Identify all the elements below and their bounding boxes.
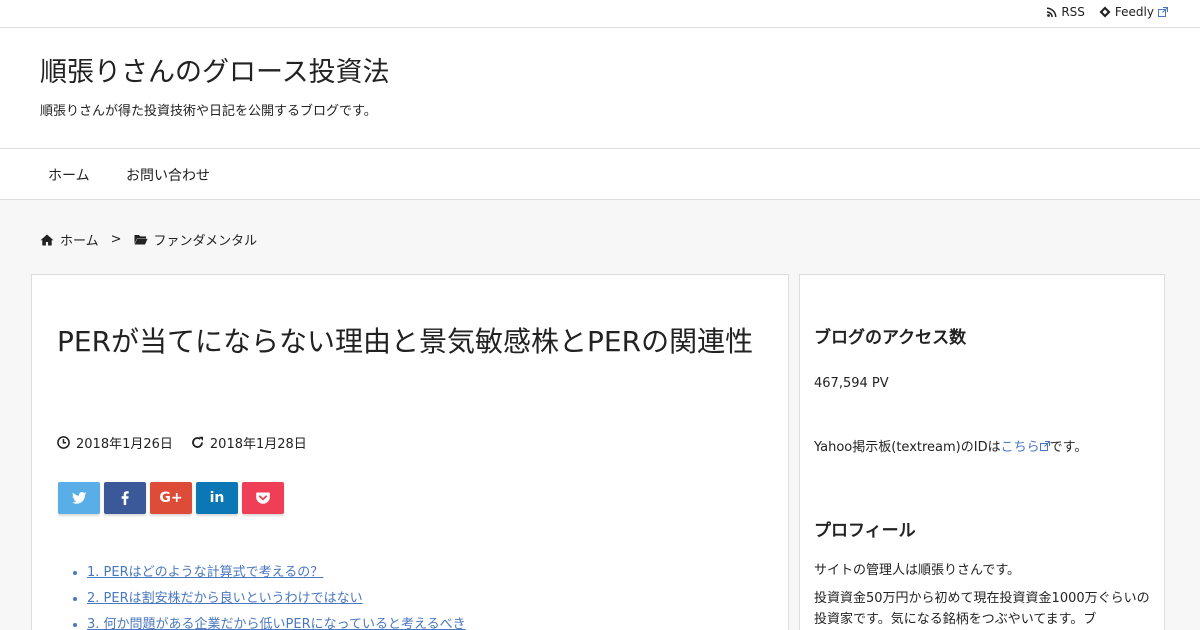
nav-item-contact[interactable]: お問い合わせ xyxy=(126,165,210,185)
yahoo-id-prefix: Yahoo掲示板(textream)のIDは xyxy=(814,440,1001,455)
twitter-icon xyxy=(71,492,87,504)
global-nav: ホーム お問い合わせ xyxy=(0,149,1200,200)
external-link-icon xyxy=(1158,7,1168,17)
access-count-heading: ブログのアクセス数 xyxy=(814,328,967,348)
table-of-contents: 1. PERはどのような計算式で考えるの？ 2. PERは割安株だから良いという… xyxy=(87,561,466,630)
rss-icon xyxy=(1047,7,1057,17)
toc-link[interactable]: 3. 何か問題がある企業だから低いPERになっていると考えるべき xyxy=(87,617,466,630)
profile-line1: サイトの管理人は順張りさんです。 xyxy=(814,563,1021,578)
access-count-value: 467,594 PV xyxy=(814,376,889,391)
article-card: PERが当てにならない理由と景気敏感株とPERの関連性 2018年1月26日 2… xyxy=(31,274,789,630)
profile-heading: プロフィール xyxy=(814,521,916,541)
updated-date: 2018年1月28日 xyxy=(209,437,307,452)
refresh-icon xyxy=(191,436,204,449)
profile-line2: 投資資金50万円から初めて現在投資資金1000万ぐらいの投資家です。気になる銘柄… xyxy=(814,591,1150,627)
linkedin-icon: in xyxy=(209,490,225,506)
breadcrumb-separator: > xyxy=(110,232,122,247)
share-pocket-button[interactable] xyxy=(242,482,284,514)
toc-link[interactable]: 2. PERは割安株だから良いというわけではない xyxy=(87,591,363,606)
share-facebook-button[interactable] xyxy=(104,482,146,514)
breadcrumb-home[interactable]: ホーム xyxy=(60,230,99,249)
site-title[interactable]: 順張りさんのグロース投資法 xyxy=(40,50,390,89)
yahoo-id-link[interactable]: こちら xyxy=(1001,440,1040,455)
google-plus-icon: G+ xyxy=(159,490,183,506)
rss-link[interactable]: RSS xyxy=(1047,5,1085,19)
external-link-icon xyxy=(1039,441,1050,451)
feedly-link[interactable]: Feedly xyxy=(1099,5,1168,19)
share-buttons: G+ in xyxy=(58,482,284,514)
post-dates: 2018年1月26日 2018年1月28日 xyxy=(57,433,307,452)
published-date: 2018年1月26日 xyxy=(76,437,173,452)
sidebar: ブログのアクセス数 467,594 PV Yahoo掲示板(textream)の… xyxy=(799,274,1165,630)
rss-label: RSS xyxy=(1061,5,1085,19)
facebook-icon xyxy=(121,491,129,505)
breadcrumb: ホーム > ファンダメンタル xyxy=(40,230,257,249)
feedly-icon xyxy=(1099,6,1111,18)
folder-open-icon xyxy=(134,234,148,245)
site-header: 順張りさんのグロース投資法 順張りさんが得た投資技術や日記を公開するブログです。 xyxy=(0,28,1200,149)
feed-links: RSS Feedly xyxy=(1047,5,1168,19)
toc-link[interactable]: 1. PERはどのような計算式で考えるの？ xyxy=(87,565,323,580)
top-bar: RSS Feedly xyxy=(0,0,1200,28)
share-linkedin-button[interactable]: in xyxy=(196,482,238,514)
clock-icon xyxy=(57,436,70,449)
nav-item-home[interactable]: ホーム xyxy=(48,165,90,185)
share-twitter-button[interactable] xyxy=(58,482,100,514)
yahoo-id-text: Yahoo掲示板(textream)のIDはこちら です。 xyxy=(814,437,1154,458)
share-google-plus-button[interactable]: G+ xyxy=(150,482,192,514)
toc-item: 2. PERは割安株だから良いというわけではない xyxy=(87,587,466,606)
post-title: PERが当てにならない理由と景気敏感株とPERの関連性 xyxy=(57,325,754,358)
yahoo-id-suffix: です。 xyxy=(1049,440,1088,455)
feedly-label: Feedly xyxy=(1114,5,1154,19)
site-description: 順張りさんが得た投資技術や日記を公開するブログです。 xyxy=(40,104,377,119)
breadcrumb-category[interactable]: ファンダメンタル xyxy=(154,230,258,249)
home-icon xyxy=(40,234,54,246)
toc-item: 1. PERはどのような計算式で考えるの？ xyxy=(87,561,466,580)
pocket-icon xyxy=(256,492,270,505)
toc-item: 3. 何か問題がある企業だから低いPERになっていると考えるべき xyxy=(87,613,466,630)
